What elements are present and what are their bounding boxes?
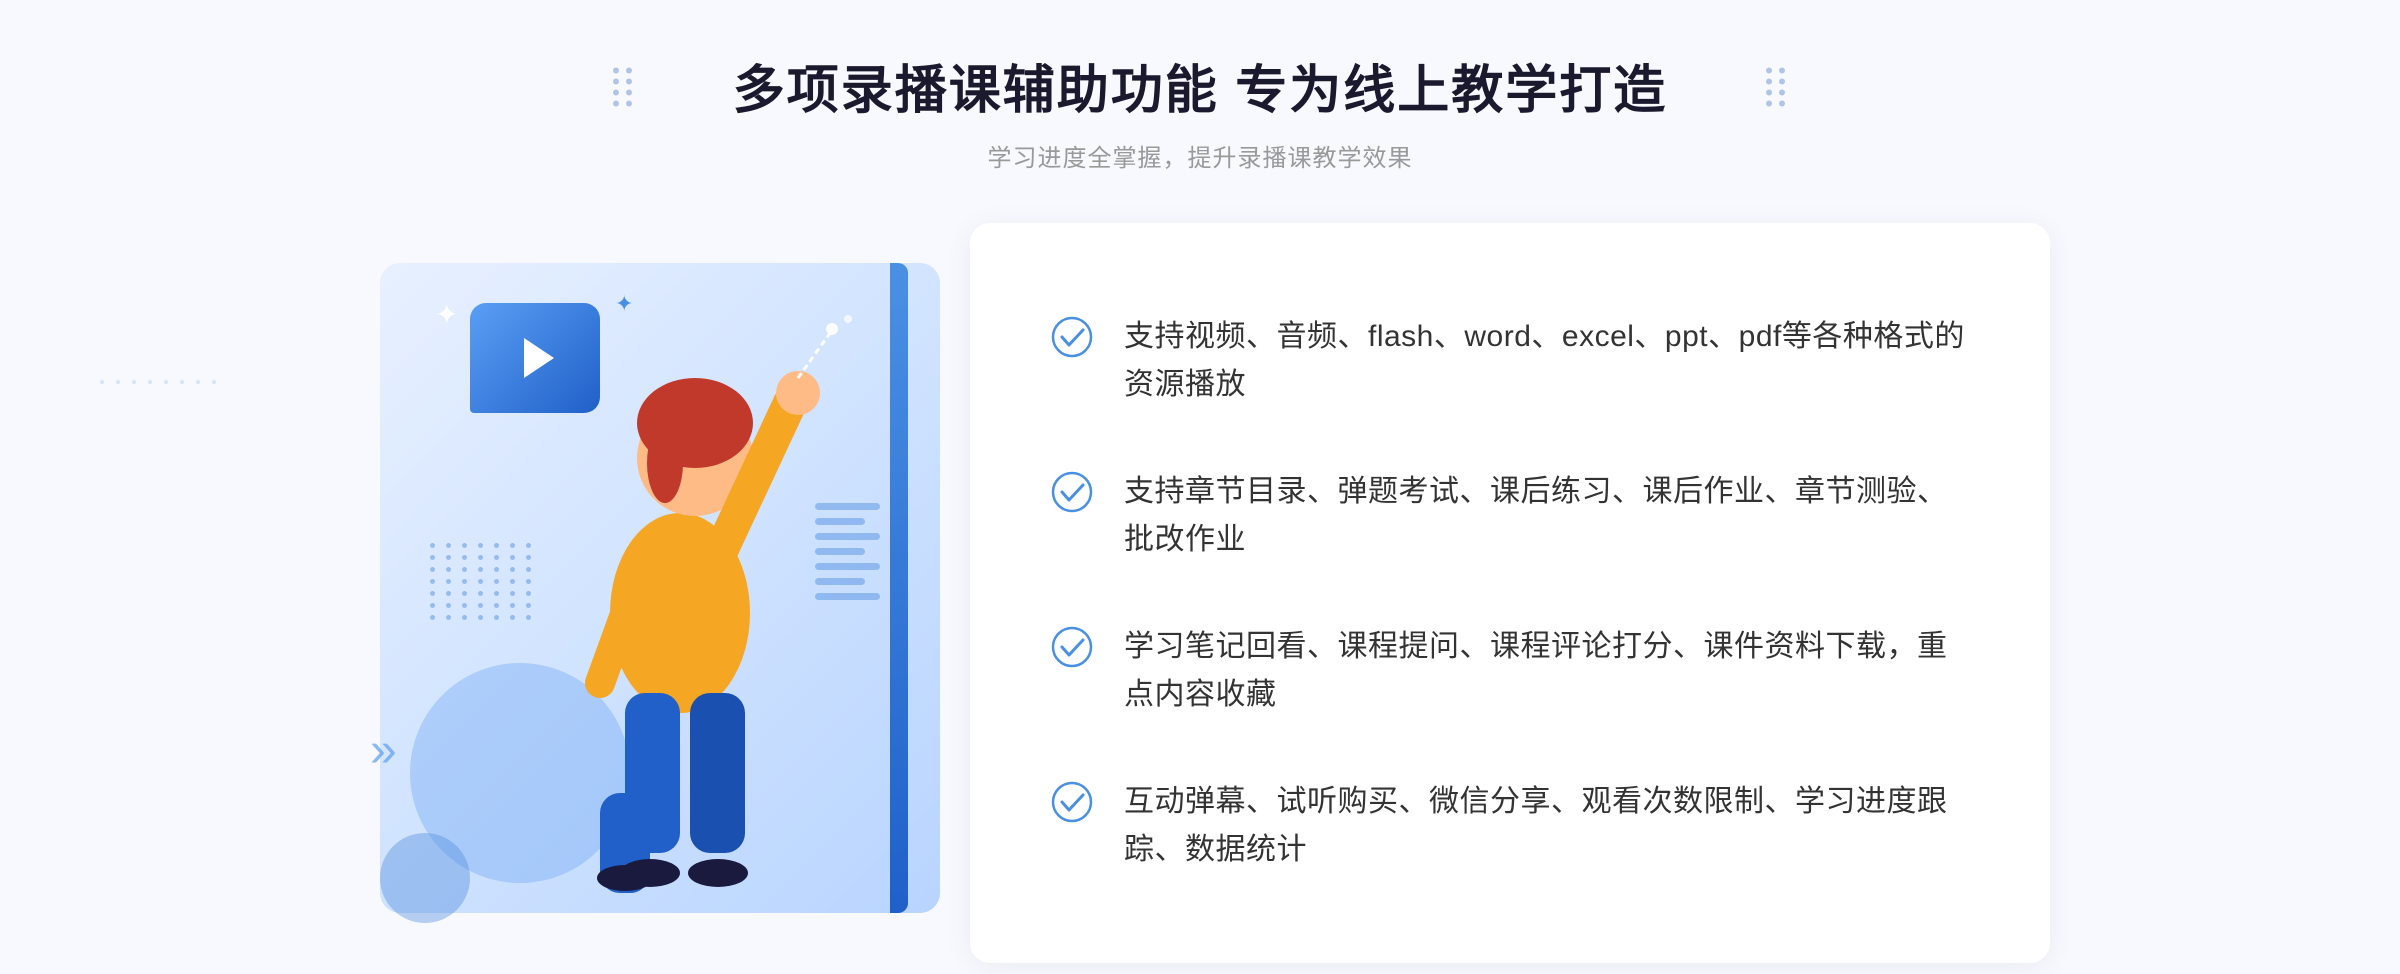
deco-circle-small [380,833,470,923]
main-title: 多项录播课辅助功能 专为线上教学打造 [733,60,1667,122]
bg-dots-left [100,380,221,384]
sparkle-icon-1: ✦ [435,298,458,331]
left-chevron-arrows: » [370,723,397,778]
check-icon-2 [1050,470,1094,514]
check-icon-1 [1050,315,1094,359]
feature-text-1: 支持视频、音频、flash、word、excel、ppt、pdf等各种格式的资源… [1124,313,1970,409]
feature-item-2: 支持章节目录、弹题考试、课后练习、课后作业、章节测验、批改作业 [1050,468,1970,564]
chevron-icon-left: » [370,723,397,778]
feature-text-3: 学习笔记回看、课程提问、课程评论打分、课件资料下载，重点内容收藏 [1124,623,1970,719]
feature-text-4: 互动弹幕、试听购买、微信分享、观看次数限制、学习进度跟踪、数据统计 [1124,778,1970,874]
feature-item-4: 互动弹幕、试听购买、微信分享、观看次数限制、学习进度跟踪、数据统计 [1050,778,1970,874]
page-container: 多项录播课辅助功能 专为线上教学打造 学习进度全掌握，提升录播课教学效果 [0,0,2400,974]
features-panel: 支持视频、音频、flash、word、excel、ppt、pdf等各种格式的资源… [970,223,2050,963]
header-section: 多项录播课辅助功能 专为线上教学打造 学习进度全掌握，提升录播课教学效果 [733,0,1667,173]
header-deco-right [1766,67,1787,106]
feature-text-2: 支持章节目录、弹题考试、课后练习、课后作业、章节测验、批改作业 [1124,468,1970,564]
sub-title: 学习进度全掌握，提升录播课教学效果 [733,138,1667,173]
illustration-area: ✦ ✦ [350,223,970,963]
feature-item-1: 支持视频、音频、flash、word、excel、ppt、pdf等各种格式的资源… [1050,313,1970,409]
content-area: ✦ ✦ [350,223,2050,963]
person-illustration [500,303,860,903]
header-deco-left [613,67,634,106]
check-icon-4 [1050,780,1094,824]
feature-item-3: 学习笔记回看、课程提问、课程评论打分、课件资料下载，重点内容收藏 [1050,623,1970,719]
check-icon-3 [1050,625,1094,669]
blue-bar [890,263,908,913]
